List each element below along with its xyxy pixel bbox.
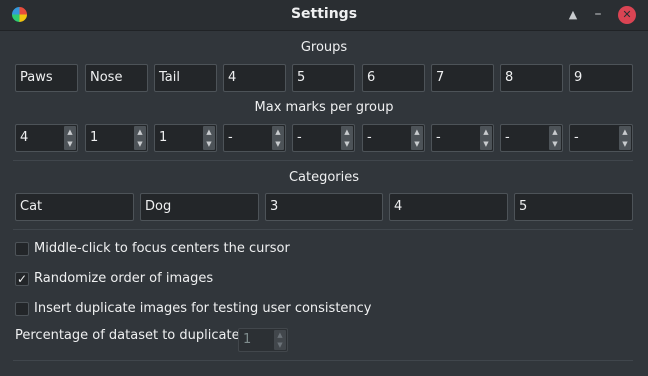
- separator: [13, 160, 633, 161]
- title-bar: Settings ▲ – ✕: [0, 0, 648, 31]
- group-name-input[interactable]: 9: [569, 64, 633, 92]
- randomize-label: Randomize order of images: [34, 271, 214, 286]
- keep-above-icon[interactable]: ▲: [564, 6, 582, 24]
- spin-down-icon[interactable]: ▼: [203, 138, 215, 150]
- spinbox-value: -: [574, 130, 579, 145]
- randomize-checkbox[interactable]: ✓: [15, 272, 29, 286]
- max-marks-heading: Max marks per group: [254, 100, 394, 115]
- group-name-input[interactable]: 8: [500, 64, 563, 92]
- spin-up-icon[interactable]: ▲: [480, 126, 492, 138]
- group-name-input[interactable]: Nose: [85, 64, 148, 92]
- max-marks-spinbox[interactable]: 4 ▲ ▼: [15, 124, 78, 152]
- settings-window: Settings ▲ – ✕ Groups Paws Nose Tail 4 5…: [0, 0, 648, 376]
- group-name-input[interactable]: 4: [223, 64, 286, 92]
- randomize-option[interactable]: ✓ Randomize order of images: [15, 271, 315, 289]
- middle-click-checkbox[interactable]: [15, 242, 29, 256]
- category-name-input[interactable]: 5: [514, 193, 633, 221]
- separator: [13, 360, 633, 361]
- middle-click-label: Middle-click to focus centers the cursor: [34, 241, 290, 256]
- spin-down-icon[interactable]: ▼: [134, 138, 146, 150]
- max-marks-spinbox[interactable]: 1 ▲ ▼: [154, 124, 217, 152]
- spinbox-value: 4: [20, 130, 29, 145]
- spin-up-icon[interactable]: ▲: [274, 330, 286, 340]
- category-name-input[interactable]: 3: [265, 193, 383, 221]
- group-name-input[interactable]: Tail: [154, 64, 217, 92]
- spin-up-icon[interactable]: ▲: [203, 126, 215, 138]
- spin-up-icon[interactable]: ▲: [272, 126, 284, 138]
- group-name-input[interactable]: 6: [362, 64, 425, 92]
- max-marks-spinbox[interactable]: - ▲ ▼: [569, 124, 633, 152]
- groups-heading: Groups: [300, 40, 348, 55]
- group-name-input[interactable]: Paws: [15, 64, 78, 92]
- max-marks-spinbox[interactable]: - ▲ ▼: [223, 124, 286, 152]
- spin-up-icon[interactable]: ▲: [64, 126, 76, 138]
- spin-up-icon[interactable]: ▲: [619, 126, 631, 138]
- spinbox-value: -: [228, 130, 233, 145]
- minimize-icon[interactable]: –: [589, 6, 607, 24]
- max-marks-spinbox[interactable]: - ▲ ▼: [431, 124, 494, 152]
- spinbox-value: 1: [243, 332, 252, 347]
- spin-down-icon[interactable]: ▼: [341, 138, 353, 150]
- category-name-input[interactable]: Cat: [15, 193, 134, 221]
- spinbox-value: -: [367, 130, 372, 145]
- spin-up-icon[interactable]: ▲: [134, 126, 146, 138]
- duplicates-checkbox[interactable]: [15, 302, 29, 316]
- max-marks-spinbox[interactable]: - ▲ ▼: [500, 124, 563, 152]
- spin-down-icon[interactable]: ▼: [411, 138, 423, 150]
- duplicates-option[interactable]: Insert duplicate images for testing user…: [15, 301, 415, 319]
- spinbox-value: 1: [90, 130, 99, 145]
- separator: [13, 229, 633, 230]
- spin-down-icon[interactable]: ▼: [64, 138, 76, 150]
- spinbox-value: -: [505, 130, 510, 145]
- spin-up-icon[interactable]: ▲: [411, 126, 423, 138]
- middle-click-option[interactable]: Middle-click to focus centers the cursor: [15, 241, 315, 259]
- max-marks-spinbox[interactable]: - ▲ ▼: [362, 124, 425, 152]
- categories-heading: Categories: [288, 170, 360, 185]
- spin-down-icon[interactable]: ▼: [480, 138, 492, 150]
- spinbox-value: 1: [159, 130, 168, 145]
- spin-up-icon[interactable]: ▲: [341, 126, 353, 138]
- spin-down-icon[interactable]: ▼: [549, 138, 561, 150]
- group-name-input[interactable]: 7: [431, 64, 494, 92]
- window-title: Settings: [290, 6, 358, 22]
- group-name-input[interactable]: 5: [292, 64, 355, 92]
- category-name-input[interactable]: Dog: [140, 193, 259, 221]
- duplicates-label: Insert duplicate images for testing user…: [34, 301, 372, 316]
- close-icon[interactable]: ✕: [618, 6, 636, 24]
- spin-down-icon[interactable]: ▼: [272, 138, 284, 150]
- category-name-input[interactable]: 4: [389, 193, 508, 221]
- spin-down-icon[interactable]: ▼: [274, 340, 286, 350]
- spinbox-value: -: [297, 130, 302, 145]
- spinbox-value: -: [436, 130, 441, 145]
- duplicate-percentage-label: Percentage of dataset to duplicate:: [15, 328, 244, 343]
- spin-down-icon[interactable]: ▼: [619, 138, 631, 150]
- max-marks-spinbox[interactable]: 1 ▲ ▼: [85, 124, 148, 152]
- max-marks-spinbox[interactable]: - ▲ ▼: [292, 124, 355, 152]
- spin-up-icon[interactable]: ▲: [549, 126, 561, 138]
- duplicate-percentage-spinbox[interactable]: 1 ▲ ▼: [238, 328, 288, 352]
